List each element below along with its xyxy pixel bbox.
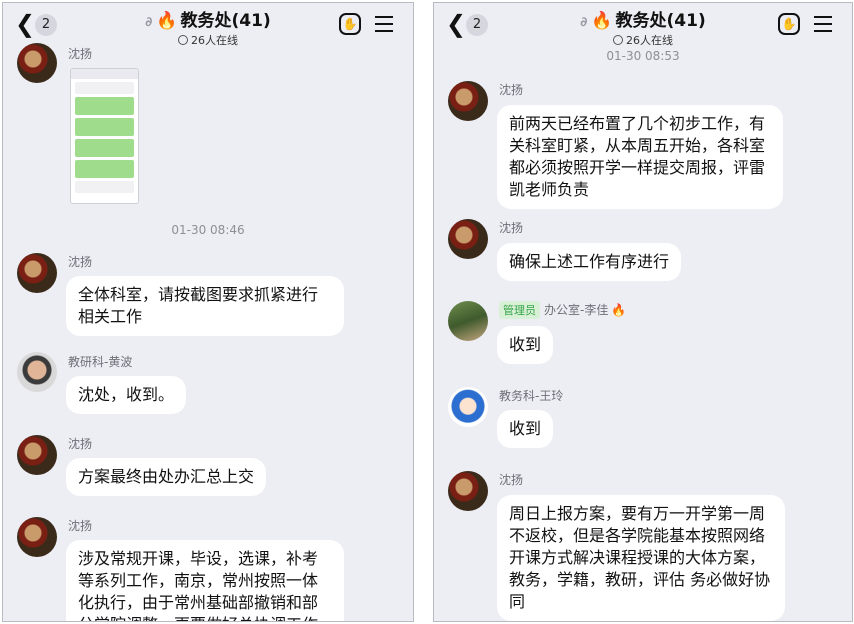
rock-hand-icon[interactable]: ✋ [339,13,361,35]
sender-name: 教研科-黄波 [68,355,133,369]
sender-name: 沈扬 [68,437,93,451]
rock-hand-icon[interactable]: ✋ [778,13,800,35]
screenshot-image[interactable] [70,68,139,204]
avatar[interactable] [17,253,57,293]
sender-name: 管理员 办公室-李佳 🔥 [499,301,629,319]
message-bubble[interactable]: 确保上述工作有序进行 [497,243,682,281]
online-text: 26人在线 [191,34,238,47]
fire-icon: 🔥 [591,11,613,31]
sender-name: 沈扬 [68,47,93,61]
sender-name: 沈扬 [68,519,93,533]
chat-panel-left: ❮ 2 ∂ 🔥 教务处(41) 26人在线 ✋ 沈扬 01-30 08:46 沈扬 … [2,2,414,622]
fire-icon: 🔥 [611,303,627,317]
mute-icon: ∂ [580,15,588,30]
chat-panel-right: ❮ 2 ∂ 🔥 教务处(41) 26人在线 ✋ 01-30 08:53 沈扬 前两天… [433,2,853,622]
timestamp: 01-30 08:46 [171,223,245,237]
avatar[interactable] [17,435,57,475]
avatar[interactable] [17,352,57,392]
group-title-text: 教务处(41) [615,11,706,31]
avatar[interactable] [17,517,57,557]
group-title-text: 教务处(41) [180,11,271,31]
fire-icon: 🔥 [156,11,178,31]
message-bubble[interactable]: 收到 [497,326,554,364]
avatar[interactable] [448,81,488,121]
avatar[interactable] [448,219,488,259]
clock-icon [178,35,188,45]
mute-icon: ∂ [145,15,153,30]
avatar[interactable] [448,301,488,341]
message-bubble[interactable]: 前两天已经布置了几个初步工作，有关科室盯紧，从本周五开始，各科室都必须按照开学一… [497,105,783,209]
sender-name: 沈扬 [499,83,524,97]
message-bubble[interactable]: 收到 [497,410,554,448]
message-bubble[interactable]: 全体科室，请按截图要求抓紧进行相关工作 [66,276,344,336]
message-bubble[interactable]: 方案最终由处办汇总上交 [66,458,267,496]
avatar[interactable] [448,387,488,427]
avatar[interactable] [17,43,57,83]
menu-icon[interactable] [375,16,393,32]
sender-name: 沈扬 [499,473,524,487]
avatar[interactable] [448,471,488,511]
sender-name: 沈扬 [68,255,93,269]
clock-icon [613,35,623,45]
sender-name: 沈扬 [499,221,524,235]
menu-icon[interactable] [814,16,832,32]
message-bubble[interactable]: 涉及常规开课，毕设，选课，补考等系列工作，南京，常州按照一体化执行，由于常州基础… [66,540,344,621]
timestamp: 01-30 08:53 [606,49,680,63]
message-bubble[interactable]: 周日上报方案，要有万一开学第一周不返校，但是各学院能基本按照网络开课方式解决课程… [497,495,785,621]
admin-tag: 管理员 [499,301,540,319]
sender-name-text: 办公室-李佳 [544,303,609,317]
chat-header: ❮ 2 ∂ 🔥 教务处(41) 26人在线 ✋ [3,3,413,47]
online-text: 26人在线 [626,34,673,47]
chat-header: ❮ 2 ∂ 🔥 教务处(41) 26人在线 ✋ [434,3,852,47]
message-bubble[interactable]: 沈处，收到。 [66,376,187,414]
sender-name: 教务科-王玲 [499,389,564,403]
